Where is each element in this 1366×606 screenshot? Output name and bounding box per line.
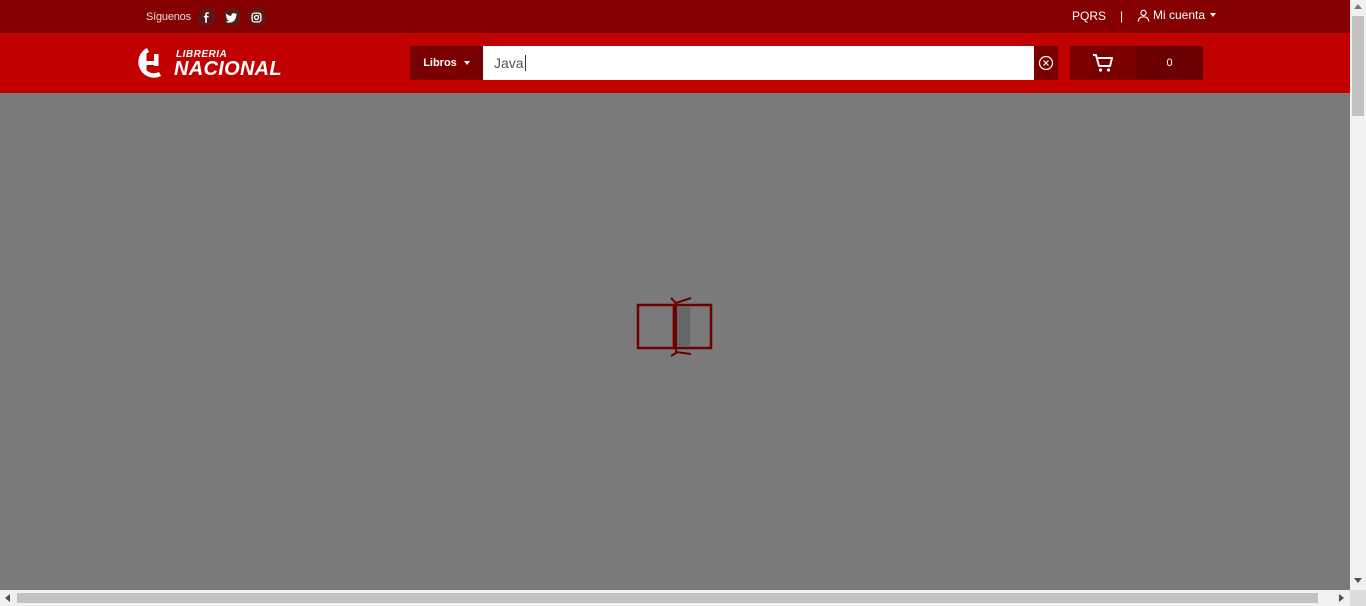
loading-book-icon <box>636 296 714 358</box>
cart-count: 0 <box>1136 46 1203 80</box>
logo-text-big: NACIONAL <box>174 58 282 80</box>
account-menu[interactable]: Mi cuenta <box>1137 8 1217 22</box>
scroll-right-arrow-icon[interactable] <box>1339 594 1344 602</box>
pqrs-link[interactable]: PQRS <box>1072 9 1106 23</box>
close-circle-icon <box>1038 55 1054 71</box>
facebook-icon[interactable] <box>197 8 216 26</box>
instagram-icon[interactable] <box>247 8 266 26</box>
logo[interactable]: LIBRERIA NACIONAL <box>134 48 286 80</box>
horizontal-scroll-thumb[interactable] <box>17 593 1318 603</box>
clear-search-button[interactable] <box>1034 46 1058 80</box>
category-dropdown[interactable]: Libros <box>410 46 483 80</box>
category-label: Libros <box>423 57 457 69</box>
scroll-up-arrow-icon[interactable] <box>1354 4 1362 9</box>
text-cursor <box>524 55 526 71</box>
user-icon <box>1137 9 1150 22</box>
scrollbar-corner <box>1350 590 1366 606</box>
top-bar: Síguenos PQRS | Mi cuenta <box>0 0 1350 33</box>
twitter-icon[interactable] <box>222 8 241 26</box>
follow-label: Síguenos <box>146 11 191 23</box>
logo-mark-icon <box>138 48 162 78</box>
separator: | <box>1120 9 1124 23</box>
horizontal-scrollbar[interactable] <box>0 590 1350 606</box>
social-follow: Síguenos <box>146 8 266 26</box>
chevron-down-icon <box>1210 13 1217 17</box>
chevron-down-icon <box>463 61 470 65</box>
scroll-down-arrow-icon[interactable] <box>1354 578 1362 583</box>
search-input[interactable]: Java <box>483 46 1034 80</box>
vertical-scroll-thumb[interactable] <box>1352 16 1364 116</box>
main-header: LIBRERIA NACIONAL Libros Java 0 <box>0 33 1350 93</box>
search-value: Java <box>494 55 524 71</box>
vertical-scrollbar[interactable] <box>1350 0 1366 590</box>
cart-icon <box>1093 54 1113 72</box>
scroll-left-arrow-icon[interactable] <box>5 594 10 602</box>
cart-button[interactable]: 0 <box>1070 46 1203 80</box>
account-label: Mi cuenta <box>1153 8 1206 22</box>
